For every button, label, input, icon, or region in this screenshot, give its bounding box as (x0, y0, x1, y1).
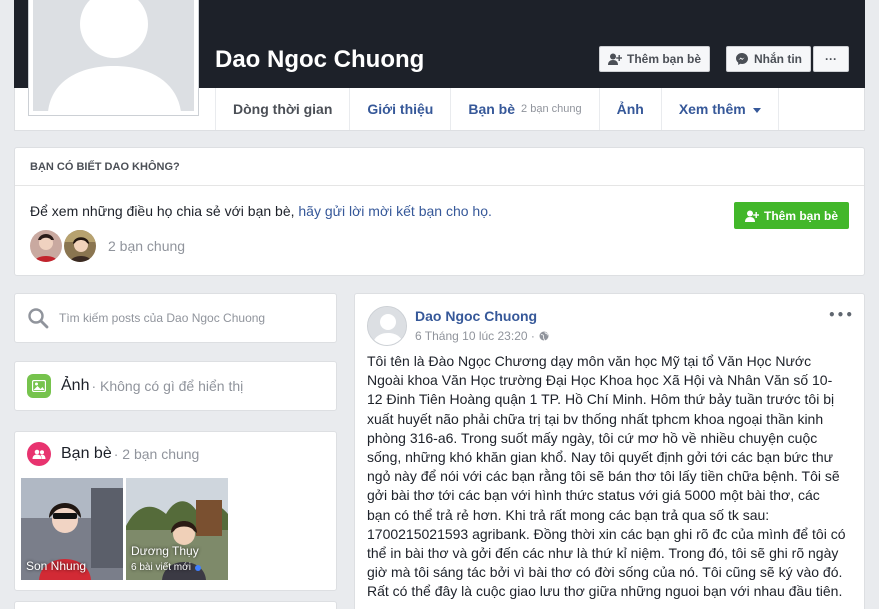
know-person-card: BẠN CÓ BIẾT DAO KHÔNG? Để xem những điều… (14, 147, 865, 276)
post-search-box[interactable]: Tìm kiếm posts của Dao Ngoc Chuong (14, 293, 337, 343)
post-paragraph: Tôi tên là Đào Ngọc Chương dạy môn văn h… (367, 353, 846, 581)
tab-photos[interactable]: Ảnh (598, 88, 661, 130)
profile-name[interactable]: Dao Ngoc Chuong (215, 46, 424, 74)
add-friend-green-button[interactable]: Thêm bạn bè (733, 202, 849, 229)
tab-about-label: Giới thiệu (367, 101, 434, 117)
message-label: Nhắn tin (754, 52, 802, 66)
search-icon (28, 308, 49, 329)
post-content: Tôi tên là Đào Ngọc Chương dạy môn văn h… (367, 352, 847, 602)
search-input[interactable]: Tìm kiếm posts của Dao Ngoc Chuong (59, 311, 265, 325)
message-button[interactable]: Nhắn tin (726, 46, 811, 72)
know-person-header: BẠN CÓ BIẾT DAO KHÔNG? (15, 148, 864, 186)
more-options-icon: ··· (825, 52, 837, 66)
tab-friends-label: Bạn bè (468, 101, 516, 117)
profile-picture[interactable] (28, 0, 199, 116)
mutual-friends-count[interactable]: 2 bạn chung (108, 238, 185, 254)
know-person-prompt: Để xem những điều họ chia sẻ với bạn bè, (30, 203, 299, 219)
photos-title[interactable]: Ảnh (61, 377, 89, 395)
globe-icon[interactable] (539, 331, 549, 341)
add-friend-green-label: Thêm bạn bè (763, 208, 838, 223)
friend-new-posts: 6 bài viết mới (131, 562, 201, 573)
post-time-text[interactable]: 6 Tháng 10 lúc 23:20 · (415, 329, 535, 343)
more-options-button[interactable]: ··· (813, 46, 849, 72)
tab-timeline-label: Dòng thời gian (233, 101, 333, 117)
friends-icon (27, 442, 51, 466)
post-author-avatar[interactable] (367, 306, 407, 346)
photos-empty-text: · Không có gì để hiển thị (91, 378, 244, 394)
friend-tile[interactable]: Dương Thụy 6 bài viết mới (126, 478, 228, 580)
messenger-icon (736, 53, 748, 65)
friend-name[interactable]: Dương Thụy (131, 544, 199, 558)
tab-timeline[interactable]: Dòng thời gian (215, 88, 349, 130)
mutual-friend-avatar[interactable] (64, 230, 96, 262)
photos-section: Ảnh · Không có gì để hiển thị (14, 361, 337, 411)
post-paragraph: Rất có thể đây là cuộc giao lưu thơ giữa… (367, 583, 843, 600)
know-person-text: Để xem những điều họ chia sẻ với bạn bè,… (30, 203, 492, 219)
tab-friends[interactable]: Bạn bè 2 bạn chung (450, 88, 598, 130)
friends-mutual-count: · 2 bạn chung (113, 446, 200, 462)
photos-icon (27, 374, 51, 398)
default-avatar-silhouette (48, 0, 181, 111)
add-friend-icon (744, 210, 759, 222)
post-timestamp[interactable]: 6 Tháng 10 lúc 23:20 · (415, 329, 549, 343)
post-author-name[interactable]: Dao Ngoc Chuong (415, 308, 537, 324)
tab-more-label: Xem thêm (678, 101, 746, 117)
mutual-friend-avatar[interactable] (30, 230, 62, 262)
tab-more[interactable]: Xem thêm (660, 88, 779, 130)
chevron-down-icon (752, 107, 761, 113)
tab-photos-label: Ảnh (616, 101, 644, 117)
friend-name[interactable]: Son Nhung (26, 559, 86, 573)
tab-friends-mutual-count: 2 bạn chung (521, 103, 582, 115)
add-friend-icon (608, 53, 622, 65)
send-friend-request-link[interactable]: hãy gửi lời mời kết bạn cho họ. (298, 203, 492, 219)
friend-new-posts-label: 6 bài viết mới (131, 562, 191, 573)
timeline-post: Dao Ngoc Chuong 6 Tháng 10 lúc 23:20 · •… (354, 293, 865, 609)
next-section-card (14, 601, 337, 609)
post-options-icon[interactable]: ••• (828, 308, 854, 322)
friends-section: Bạn bè · 2 bạn chung Son Nhung Dương Thụ… (14, 431, 337, 591)
friend-tile[interactable]: Son Nhung (21, 478, 123, 580)
friends-title[interactable]: Bạn bè (61, 445, 112, 463)
tab-about[interactable]: Giới thiệu (349, 88, 450, 130)
new-post-dot-icon (194, 564, 201, 571)
mutual-friends[interactable]: 2 bạn chung (30, 230, 185, 262)
add-friend-button[interactable]: Thêm bạn bè (599, 46, 711, 72)
add-friend-label: Thêm bạn bè (627, 52, 702, 66)
